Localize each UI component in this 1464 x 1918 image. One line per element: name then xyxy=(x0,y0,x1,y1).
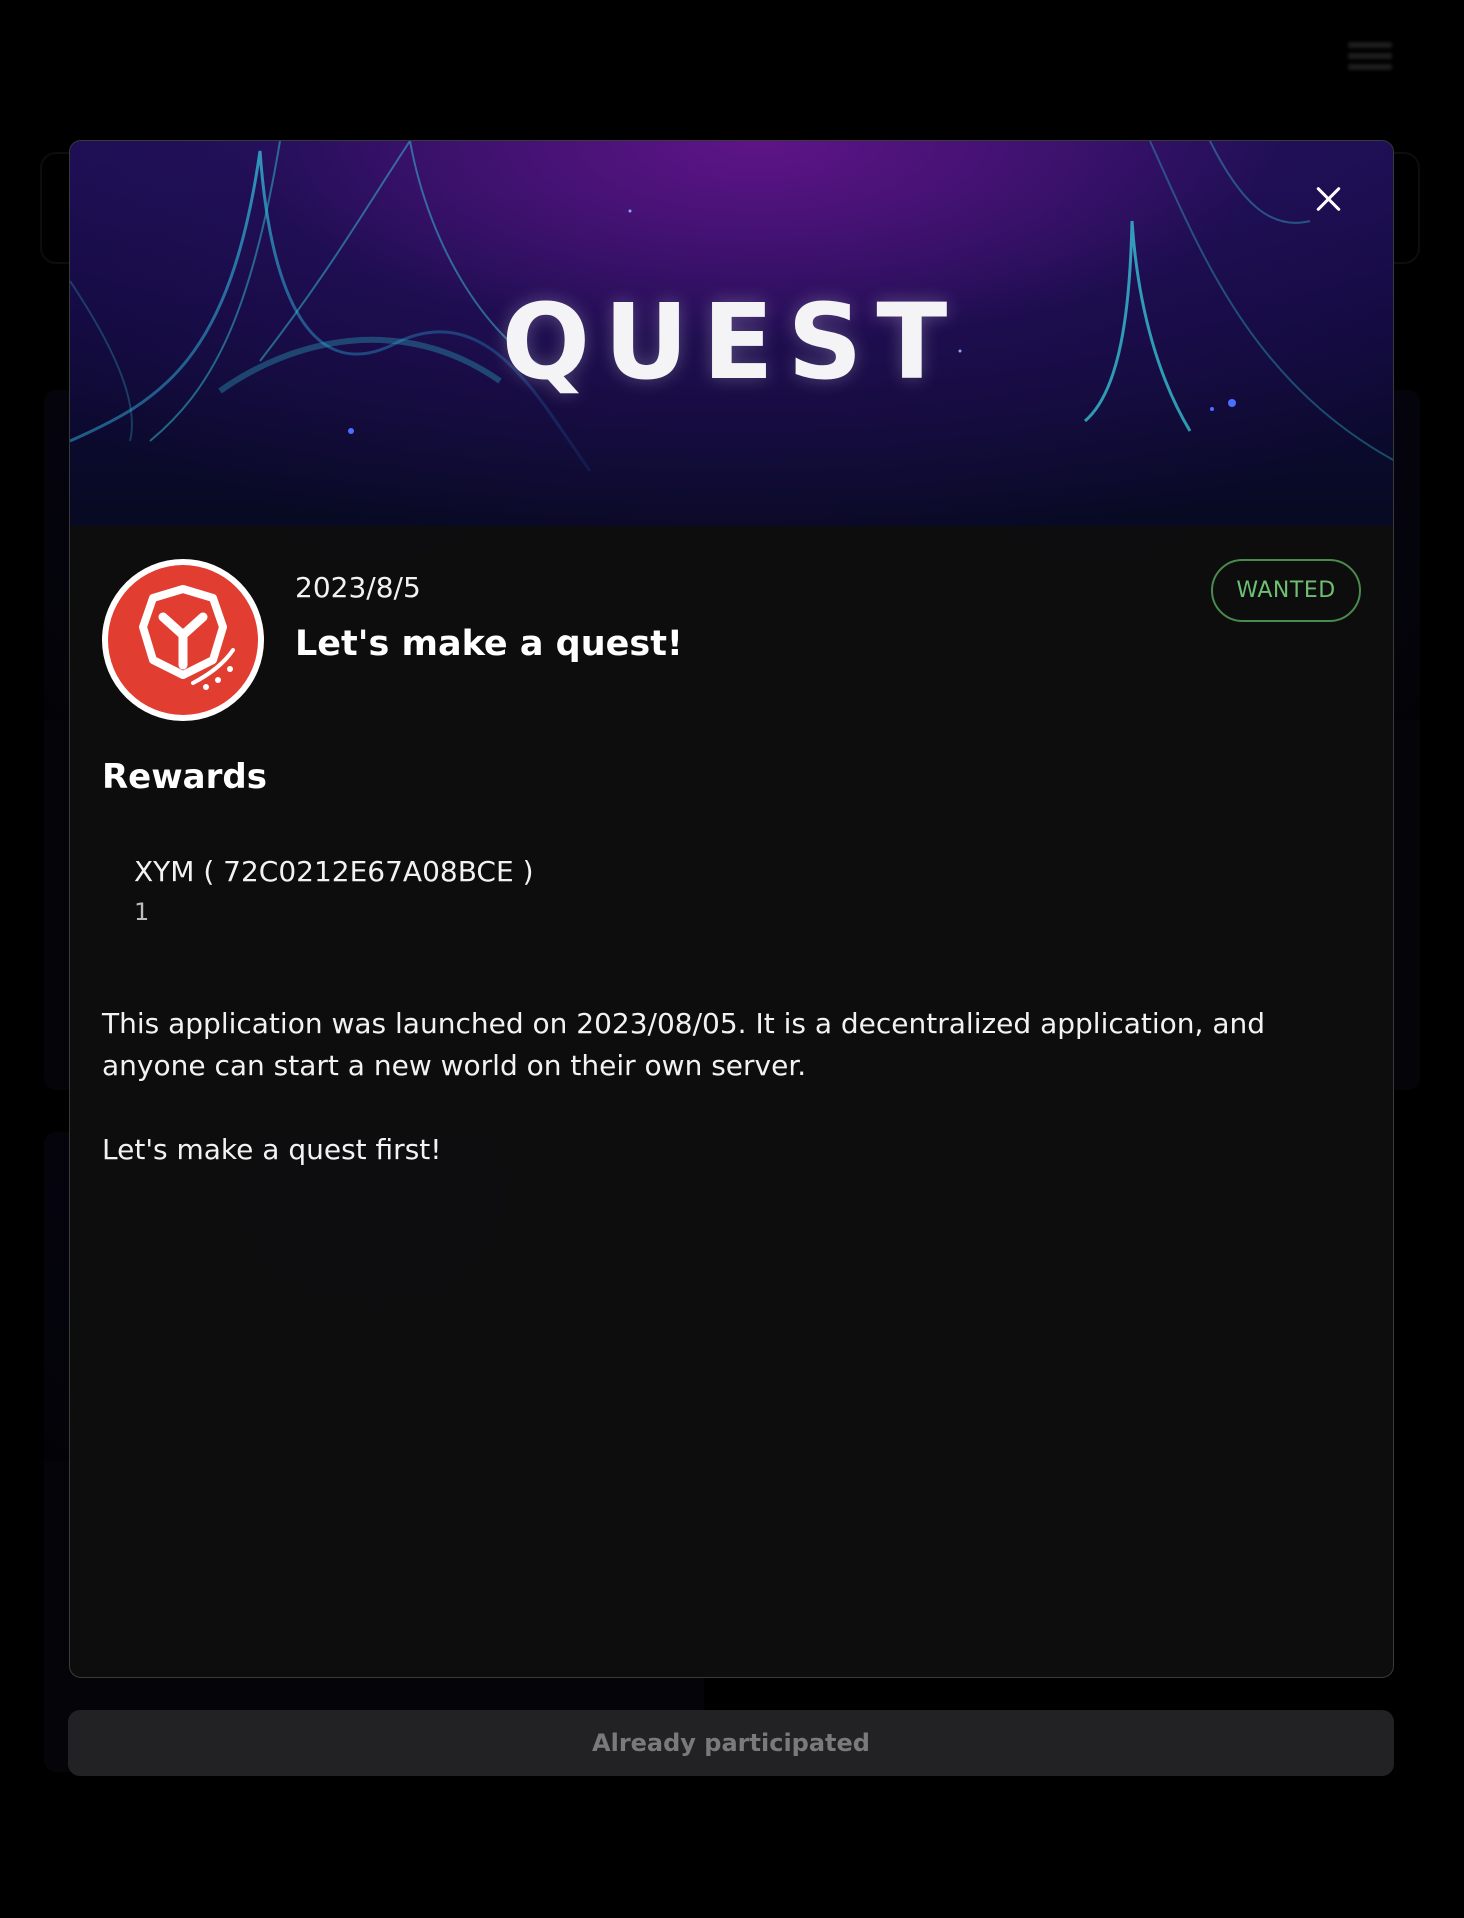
banner-title: QUEST xyxy=(501,281,962,403)
quest-date: 2023/8/5 xyxy=(295,571,421,604)
rewards-heading: Rewards xyxy=(102,757,267,797)
quest-title: Let's make a quest! xyxy=(295,624,683,664)
status-badge: WANTED xyxy=(1211,559,1361,622)
description-paragraph: Let's make a quest first! xyxy=(102,1133,442,1166)
avatar xyxy=(102,559,264,721)
quest-banner-image: QUEST xyxy=(70,141,1393,526)
quest-detail-modal: QUEST 2023/8/5 Let's make a quest! WANTE… xyxy=(69,140,1394,1678)
symbol-logo-icon xyxy=(139,585,235,690)
description-paragraph: This application was launched on 2023/08… xyxy=(102,1007,1266,1082)
reward-amount: 1 xyxy=(134,898,150,926)
quest-description: This application was launched on 2023/08… xyxy=(102,1003,1362,1213)
close-icon[interactable] xyxy=(1309,179,1349,219)
reward-token-name: XYM ( 72C0212E67A08BCE ) xyxy=(134,855,534,888)
participate-button[interactable]: Already participated xyxy=(68,1710,1394,1776)
